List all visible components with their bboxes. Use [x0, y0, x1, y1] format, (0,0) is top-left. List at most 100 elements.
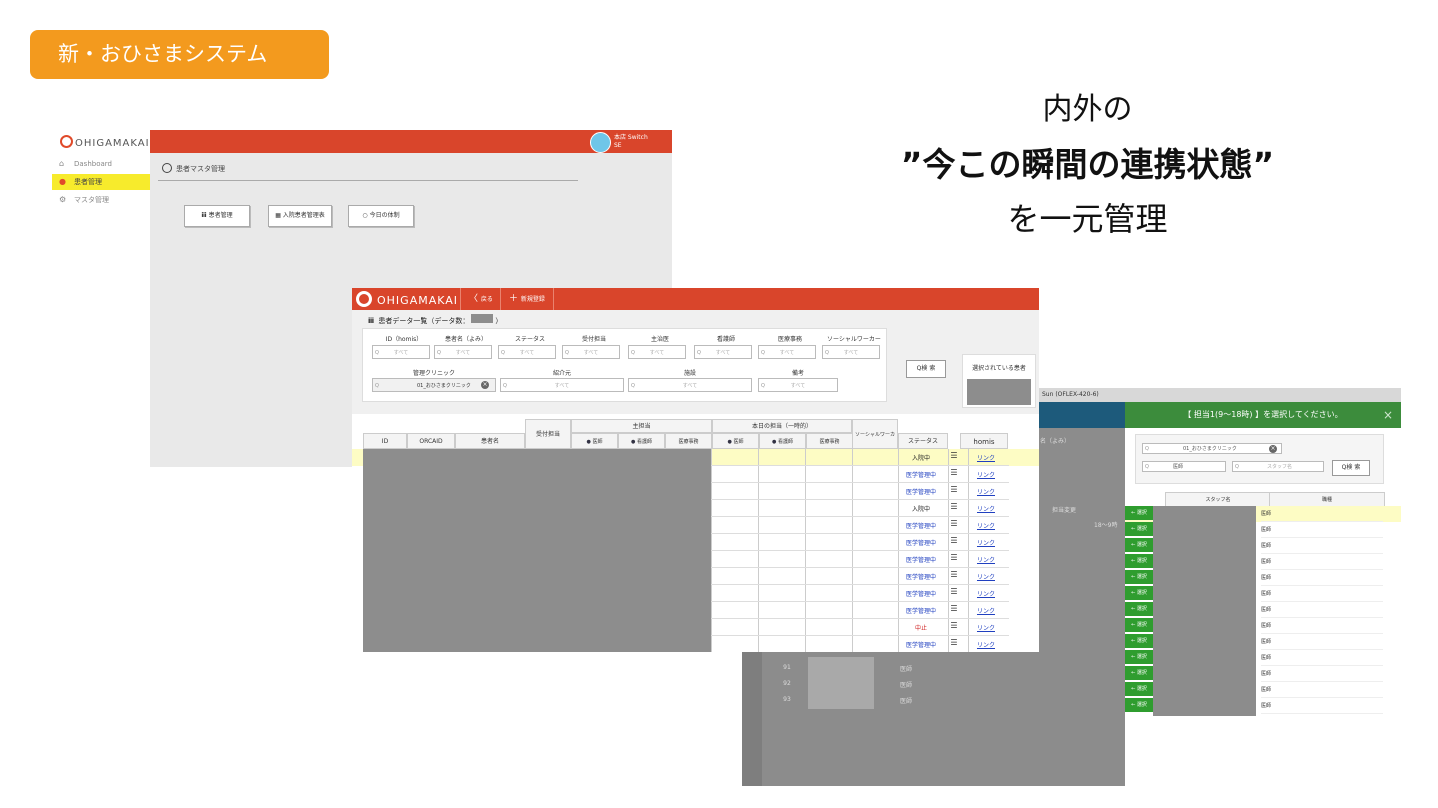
select-button[interactable]: ← 選択 — [1125, 682, 1153, 696]
status-badge: 医学管理中 — [905, 574, 936, 581]
filter-label: ステータス — [514, 336, 545, 343]
clear-icon[interactable]: × — [1269, 445, 1277, 453]
select-button[interactable]: ← 選択 — [1125, 618, 1153, 632]
filter-placeholder: すべて — [519, 350, 535, 356]
filter-input[interactable]: Q すべて — [628, 345, 686, 359]
select-button[interactable]: ← 選択 — [1125, 554, 1153, 568]
select-button[interactable]: ← 選択 — [1125, 650, 1153, 664]
homis-link[interactable]: リンク — [970, 555, 1002, 564]
select-button[interactable]: ← 選択 — [1125, 634, 1153, 648]
sidebar-item-dashboard[interactable]: ⌂ Dashboard — [52, 156, 150, 172]
homis-link[interactable]: リンク — [970, 589, 1002, 598]
select-button[interactable]: ← 選択 — [1125, 666, 1153, 680]
staff-role: 医師 — [1261, 575, 1272, 581]
homis-link[interactable]: リンク — [970, 623, 1002, 632]
list-icon[interactable]: ☰ — [948, 536, 960, 545]
staff-name-input[interactable]: Q スタッフ名 — [1232, 461, 1324, 472]
homis-link[interactable]: リンク — [970, 470, 1002, 479]
calendar-icon: ▦ — [275, 212, 283, 219]
clinic-value: 01_おひさまクリニック — [1183, 446, 1237, 452]
search-button[interactable]: Q検 索 — [1332, 460, 1370, 476]
filter-input[interactable]: Q すべて — [758, 345, 816, 359]
filter-placeholder: すべて — [554, 383, 570, 389]
search-button[interactable]: Q検 索 — [906, 360, 946, 378]
close-icon[interactable]: × — [1383, 402, 1393, 428]
filter-input[interactable]: Q すべて — [822, 345, 880, 359]
status-badge: 医学管理中 — [905, 523, 936, 530]
homis-link[interactable]: リンク — [970, 572, 1002, 581]
filter-label: 医療事務 — [777, 336, 802, 343]
sidebar-item-label: マスタ管理 — [74, 196, 109, 204]
select-button[interactable]: ← 選択 — [1125, 586, 1153, 600]
sidebar-item-patients[interactable]: ● 患者管理 — [52, 174, 150, 190]
status-badge: 中止 — [914, 625, 927, 632]
homis-link[interactable]: リンク — [970, 538, 1002, 547]
today-shift-button[interactable]: ○ 今日の体制 — [348, 205, 414, 227]
clear-icon[interactable]: × — [481, 381, 489, 389]
role-select[interactable]: Q 医師 — [1142, 461, 1226, 472]
sub-header-clerk: 医療事務 — [665, 433, 712, 449]
background-row-role: 医師 — [900, 698, 913, 705]
sub-header-nurse: ● 看護師 — [759, 433, 806, 449]
avatar — [590, 132, 611, 153]
search-icon: Q — [1145, 464, 1149, 470]
select-button[interactable]: ← 選択 — [1125, 602, 1153, 616]
list-icon[interactable]: ☰ — [948, 485, 960, 494]
homis-link[interactable]: リンク — [970, 606, 1002, 615]
select-button[interactable]: ← 選択 — [1125, 538, 1153, 552]
list-icon[interactable]: ☰ — [948, 587, 960, 596]
headline-line-1: 内外の — [1042, 92, 1133, 127]
list-icon[interactable]: ☰ — [948, 604, 960, 613]
grid-hline — [711, 550, 1009, 551]
select-button[interactable]: ← 選択 — [1125, 698, 1153, 712]
sidebar-item-master[interactable]: ⚙ マスタ管理 — [52, 192, 150, 208]
sub-header-nurse: ● 看護師 — [618, 433, 665, 449]
list-icon[interactable]: ☰ — [948, 638, 960, 647]
filter-input[interactable]: Q すべて — [628, 378, 752, 392]
title-suffix: ） — [495, 317, 503, 325]
back-button[interactable]: 〈 戻る — [460, 288, 501, 310]
select-button[interactable]: ← 選択 — [1125, 570, 1153, 584]
homis-link[interactable]: リンク — [970, 504, 1002, 513]
list-icon[interactable]: ☰ — [948, 451, 960, 460]
inpatient-table-button[interactable]: ▦ 入院患者管理表 — [268, 205, 332, 227]
filter-input[interactable]: Q すべて — [372, 345, 430, 359]
filter-label: 備考 — [791, 370, 804, 377]
patients-button[interactable]: ⅲ 患者管理 — [184, 205, 250, 227]
filter-input[interactable]: Q すべて — [694, 345, 752, 359]
clinic-select[interactable]: Q 01_おひさまクリニック × — [1142, 443, 1282, 454]
list-icon[interactable]: ☰ — [948, 553, 960, 562]
select-button[interactable]: ← 選択 — [1125, 522, 1153, 536]
filter-input[interactable]: Q すべて — [498, 345, 556, 359]
logo-text: OHIGAMAKAI — [75, 138, 150, 149]
filter-placeholder: すべて — [843, 350, 859, 356]
sub-header-label: 看護師 — [636, 439, 652, 445]
filter-input[interactable]: Q すべて — [758, 378, 838, 392]
filter-input[interactable]: Q すべて — [562, 345, 620, 359]
filter-label: 看護師 — [716, 336, 735, 343]
list-icon[interactable]: ☰ — [948, 621, 960, 630]
status-badge: 医学管理中 — [905, 540, 936, 547]
clinic-select[interactable]: Q 01_おひさまクリニック × — [372, 378, 496, 392]
user-menu[interactable]: 本店 Switch SE — [590, 132, 670, 153]
new-patient-button[interactable]: ＋ 新規登録 — [500, 288, 554, 310]
list-icon[interactable]: ☰ — [948, 468, 960, 477]
search-icon: Q — [565, 350, 569, 356]
filter-input[interactable]: Q すべて — [500, 378, 624, 392]
status-badge: 入院中 — [911, 455, 930, 462]
homis-link[interactable]: リンク — [970, 521, 1002, 530]
list-icon[interactable]: ☰ — [948, 502, 960, 511]
homis-link[interactable]: リンク — [970, 640, 1002, 649]
homis-link[interactable]: リンク — [970, 487, 1002, 496]
sub-header-label: 医師 — [733, 439, 744, 445]
status-badge: 医学管理中 — [905, 642, 936, 649]
homis-link[interactable]: リンク — [970, 453, 1002, 462]
list-icon[interactable]: ☰ — [948, 519, 960, 528]
select-button[interactable]: ← 選択 — [1125, 506, 1153, 520]
list-icon[interactable]: ☰ — [948, 570, 960, 579]
background-time-header: 18〜9時 — [1094, 522, 1118, 529]
filter-input[interactable]: Q すべて — [434, 345, 492, 359]
grid-hline — [711, 499, 1009, 500]
staff-role: 医師 — [1261, 687, 1272, 693]
filter-placeholder: すべて — [393, 350, 409, 356]
